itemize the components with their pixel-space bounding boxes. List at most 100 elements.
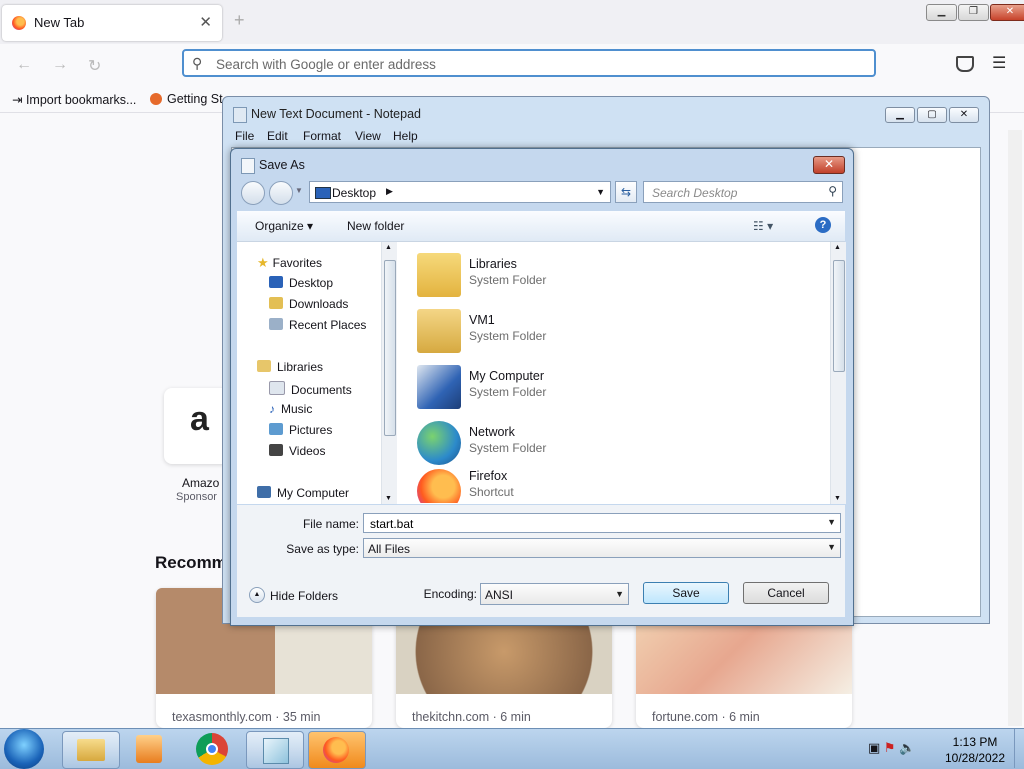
encoding-select[interactable]: ANSI ▼ <box>480 583 629 605</box>
firefox-icon <box>150 93 162 105</box>
notepad-maximize-button[interactable]: ▢ <box>917 107 947 123</box>
location-dropdown-icon[interactable]: ▼ <box>596 187 605 197</box>
notepad-title: New Text Document - Notepad <box>251 107 421 121</box>
computer-icon <box>257 486 271 498</box>
volume-icon: 🔈 <box>899 740 916 755</box>
menu-file[interactable]: File <box>235 129 254 143</box>
restore-button[interactable]: ❐ <box>958 4 989 21</box>
show-desktop-button[interactable] <box>1014 729 1024 768</box>
search-desktop-input[interactable] <box>650 185 824 201</box>
navigation-pane: ★ Favorites Desktop Downloads Recent Plac… <box>237 242 398 504</box>
list-item[interactable]: Firefox Shortcut <box>409 463 809 503</box>
search-box[interactable]: ⚲ <box>643 181 843 203</box>
minimize-button[interactable]: ▁ <box>926 4 957 21</box>
menu-view[interactable]: View <box>355 129 381 143</box>
start-button[interactable] <box>4 729 44 769</box>
nav-libraries[interactable]: Libraries <box>257 360 323 374</box>
reload-icon[interactable]: ↻ <box>88 56 101 76</box>
location-desktop[interactable]: Desktop <box>332 186 376 200</box>
list-item[interactable]: Network System Folder <box>409 415 809 467</box>
notepad-icon <box>241 158 255 174</box>
list-item[interactable]: My Computer System Folder <box>409 359 809 411</box>
dialog-title: Save As <box>259 158 305 172</box>
music-icon: ♪ <box>269 402 275 416</box>
notepad-minimize-button[interactable]: ▁ <box>885 107 915 123</box>
recent-locations-icon[interactable]: ▼ <box>295 186 303 195</box>
nav-favorites[interactable]: ★ Favorites <box>257 255 322 271</box>
bookmark-import[interactable]: ⇥ Import bookmarks... <box>12 92 136 107</box>
pocket-icon[interactable] <box>956 56 974 72</box>
refresh-button[interactable]: ⇆ <box>615 181 637 203</box>
clock[interactable]: 1:13 PM 10/28/2022 <box>940 734 1010 766</box>
nav-pictures[interactable]: Pictures <box>269 423 332 437</box>
save-as-type-select[interactable]: All Files ▼ <box>363 538 841 558</box>
file-name-input[interactable] <box>368 516 801 532</box>
back-icon[interactable]: ← <box>16 56 32 74</box>
nav-music[interactable]: ♪ Music <box>269 402 312 416</box>
hide-folders-button[interactable]: Hide Folders <box>270 589 338 603</box>
cancel-button[interactable]: Cancel <box>743 582 829 604</box>
back-button[interactable] <box>241 181 265 205</box>
command-bar: Organize ▾ New folder ☷ ▾ ? <box>237 211 845 242</box>
menu-icon[interactable]: ☰ <box>992 53 1006 73</box>
media-player-icon[interactable] <box>136 735 162 763</box>
new-tab-button[interactable]: + <box>234 10 245 31</box>
nav-documents[interactable]: Documents <box>269 381 352 397</box>
nav-downloads[interactable]: Downloads <box>269 297 348 311</box>
search-icon[interactable]: ⚲ <box>828 184 837 198</box>
forward-icon[interactable]: → <box>52 56 68 74</box>
save-button[interactable]: Save <box>643 582 729 604</box>
organize-button[interactable]: Organize ▾ <box>255 219 313 233</box>
forward-button[interactable] <box>269 181 293 205</box>
close-tab-icon[interactable]: ✕ <box>199 13 212 31</box>
nav-my-computer[interactable]: My Computer <box>257 486 349 500</box>
nav-scroll-thumb[interactable] <box>384 260 396 436</box>
list-item[interactable]: VM1 System Folder <box>409 303 809 355</box>
network-icon <box>417 421 461 465</box>
save-options-panel: File name: ▼ Save as type: All Files ▼ ▲… <box>237 505 845 617</box>
list-item[interactable]: Libraries System Folder <box>409 247 809 299</box>
user-folder-icon <box>417 309 461 353</box>
story-source: fortune.com · 6 min <box>652 710 760 724</box>
scroll-up-icon[interactable]: ▲ <box>834 244 841 251</box>
tray-icons[interactable]: ▣ ⚑ 🔈 <box>868 740 915 756</box>
save-as-type-label: Save as type: <box>286 542 359 556</box>
file-scroll-thumb[interactable] <box>833 260 845 372</box>
menu-edit[interactable]: Edit <box>267 129 288 143</box>
scroll-down-icon[interactable]: ▼ <box>834 495 841 502</box>
tab-new-tab[interactable]: New Tab ✕ <box>2 5 222 41</box>
hide-folders-icon[interactable]: ▲ <box>249 587 265 603</box>
location-bar[interactable]: Desktop ▶ ▼ <box>309 181 611 203</box>
dialog-close-button[interactable]: ✕ <box>813 156 845 174</box>
chrome-icon[interactable] <box>196 733 228 765</box>
taskbar-firefox[interactable] <box>308 731 366 769</box>
taskbar-explorer[interactable] <box>62 731 120 769</box>
help-icon[interactable]: ? <box>815 217 831 233</box>
nav-desktop[interactable]: Desktop <box>269 276 333 290</box>
address-input[interactable] <box>214 54 818 74</box>
page-scrollbar[interactable] <box>1008 130 1022 726</box>
notepad-close-button[interactable]: ✕ <box>949 107 979 123</box>
scroll-down-icon[interactable]: ▼ <box>385 495 392 502</box>
close-window-button[interactable]: ✕ <box>990 4 1024 21</box>
nav-recent-places[interactable]: Recent Places <box>269 318 366 332</box>
libraries-icon <box>417 253 461 297</box>
breadcrumb-arrow-icon[interactable]: ▶ <box>386 186 393 197</box>
taskbar-notepad[interactable] <box>246 731 304 769</box>
file-name-dropdown-icon[interactable]: ▼ <box>827 517 836 527</box>
section-title: Recomm <box>155 553 227 572</box>
file-name-field[interactable]: ▼ <box>363 513 841 533</box>
encoding-dropdown-icon[interactable]: ▼ <box>615 589 624 599</box>
new-folder-button[interactable]: New folder <box>347 219 404 233</box>
bookmark-getting-started[interactable]: Getting St <box>150 92 223 106</box>
menu-help[interactable]: Help <box>393 129 418 143</box>
computer-icon <box>417 365 461 409</box>
address-bar[interactable]: ⚲ <box>182 49 876 77</box>
view-options-icon[interactable]: ☷ ▾ <box>753 219 773 233</box>
menu-format[interactable]: Format <box>303 129 341 143</box>
nav-scrollbar[interactable]: ▲ ▼ <box>381 242 397 504</box>
scroll-up-icon[interactable]: ▲ <box>385 244 392 251</box>
nav-videos[interactable]: Videos <box>269 444 325 458</box>
save-as-type-dropdown-icon[interactable]: ▼ <box>827 542 836 552</box>
file-list-scrollbar[interactable]: ▲ ▼ <box>830 242 846 504</box>
